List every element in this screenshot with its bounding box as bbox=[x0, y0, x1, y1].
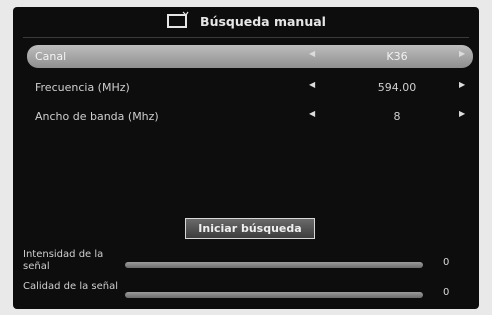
tv-icon bbox=[166, 11, 200, 32]
arrow-left-icon[interactable]: ◀ bbox=[309, 80, 315, 89]
arrow-right-icon[interactable]: ▶ bbox=[459, 49, 465, 58]
signal-quality-bar bbox=[125, 292, 423, 298]
title-bar: Búsqueda manual bbox=[13, 7, 479, 35]
channel-row[interactable]: Canal ◀ K36 ▶ bbox=[27, 45, 473, 68]
arrow-left-icon[interactable]: ◀ bbox=[309, 109, 315, 118]
frequency-value: 594.00 bbox=[377, 81, 417, 94]
arrow-right-icon[interactable]: ▶ bbox=[459, 109, 465, 118]
arrow-right-icon[interactable]: ▶ bbox=[459, 80, 465, 89]
bandwidth-row[interactable]: Ancho de banda (Mhz) ◀ 8 ▶ bbox=[27, 105, 473, 128]
signal-quality-value: 0 bbox=[443, 287, 450, 298]
signal-strength-bar bbox=[125, 262, 423, 268]
channel-label: Canal bbox=[35, 50, 67, 63]
signal-quality-label: Calidad de la señal bbox=[23, 281, 119, 292]
arrow-left-icon[interactable]: ◀ bbox=[309, 49, 315, 58]
signal-strength-label: Intensidad de la señal bbox=[23, 249, 104, 272]
start-search-button[interactable]: Iniciar búsqueda bbox=[185, 218, 315, 239]
frequency-row[interactable]: Frecuencia (MHz) ◀ 594.00 ▶ bbox=[27, 76, 473, 99]
signal-strength-value: 0 bbox=[443, 257, 450, 268]
page-title: Búsqueda manual bbox=[200, 13, 326, 29]
bandwidth-value: 8 bbox=[393, 110, 401, 123]
manual-search-dialog: Búsqueda manual Canal ◀ K36 ▶ Frecuencia… bbox=[13, 7, 479, 309]
title-divider bbox=[23, 37, 469, 38]
channel-value: K36 bbox=[386, 50, 408, 63]
bandwidth-label: Ancho de banda (Mhz) bbox=[35, 110, 159, 123]
frequency-label: Frecuencia (MHz) bbox=[35, 81, 130, 94]
